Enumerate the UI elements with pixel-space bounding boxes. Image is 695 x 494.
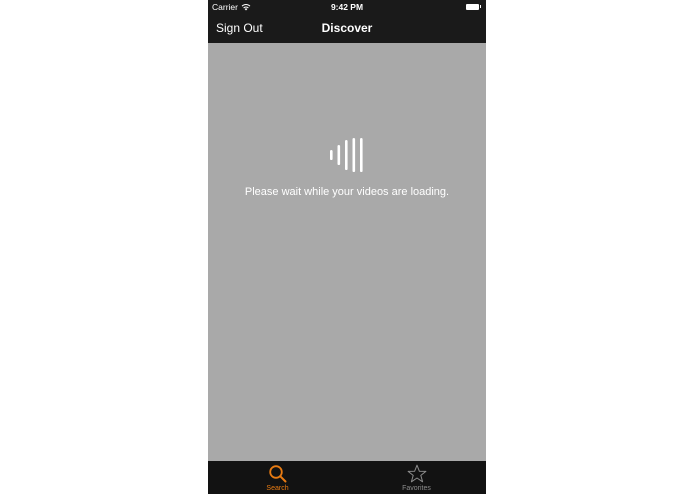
loading-message: Please wait while your videos are loadin… xyxy=(244,186,450,198)
star-icon xyxy=(407,464,426,483)
status-time: 9:42 PM xyxy=(330,2,364,12)
tab-favorites-label: Favorites xyxy=(402,485,431,492)
tab-bar: Search Favorites xyxy=(208,461,486,494)
search-icon xyxy=(268,465,286,483)
navigation-bar: Sign Out Discover xyxy=(208,14,486,43)
tab-search-label: Search xyxy=(266,485,289,492)
page-title: Discover xyxy=(321,21,373,35)
battery-icon xyxy=(466,3,481,10)
content-area: Please wait while your videos are loadin… xyxy=(208,43,486,461)
loading-bars-icon xyxy=(330,138,363,172)
status-bar: Carrier 9:42 PM xyxy=(208,0,486,14)
tab-favorites[interactable]: Favorites xyxy=(347,461,486,494)
phone-screen: Carrier 9:42 PM Sign Out Discover Please… xyxy=(208,0,486,494)
tab-search[interactable]: Search xyxy=(208,461,347,494)
